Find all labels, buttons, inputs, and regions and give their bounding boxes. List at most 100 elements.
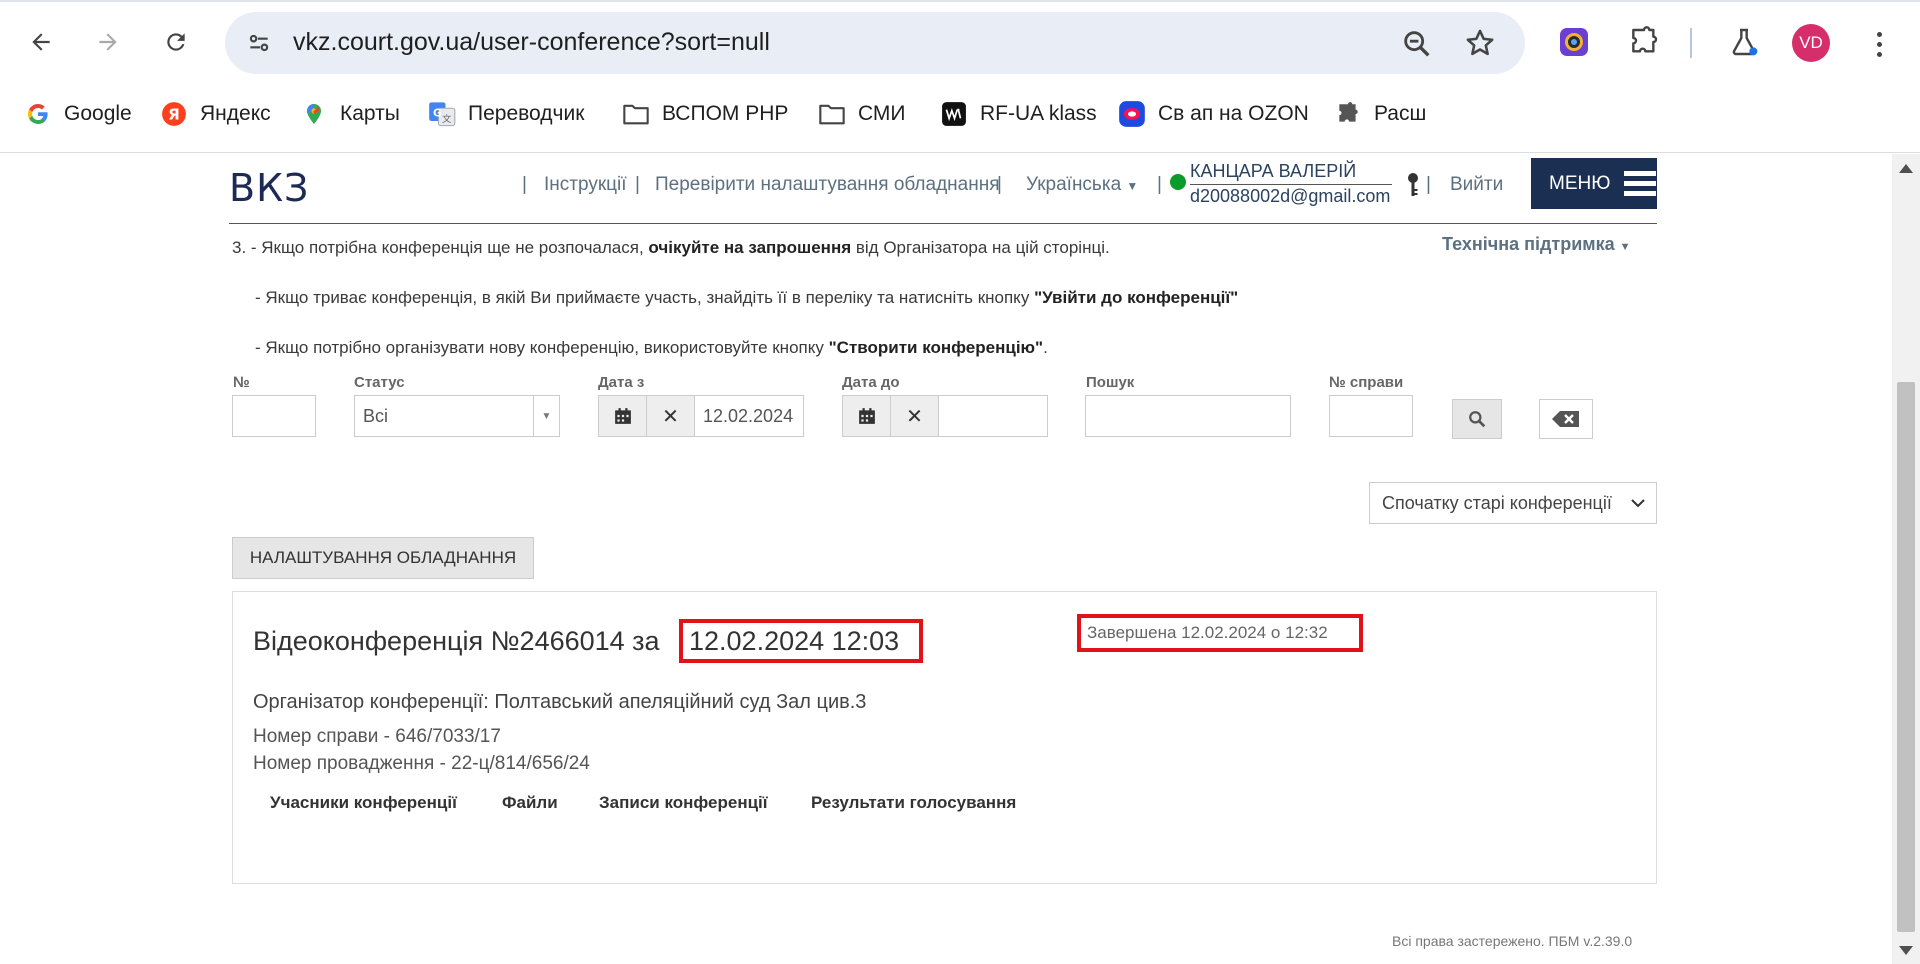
page-scrollbar[interactable] bbox=[1892, 154, 1920, 964]
search-icon bbox=[1469, 411, 1486, 428]
bookmark-label: ВСПОМ PHP bbox=[662, 102, 789, 125]
ozon-icon bbox=[1118, 100, 1146, 128]
conference-organizer: Організатор конференції: Полтавський апе… bbox=[253, 691, 867, 713]
bookmark-label: Расш bbox=[1374, 102, 1427, 125]
camera-extension-icon[interactable] bbox=[1554, 22, 1594, 62]
online-status-icon bbox=[1170, 174, 1186, 190]
reload-icon bbox=[167, 33, 185, 51]
tab-recordings[interactable]: Записи конференції bbox=[599, 793, 768, 813]
url-text[interactable]: vkz.court.gov.ua/user-conference?sort=nu… bbox=[293, 28, 770, 57]
clear-filters-button[interactable] bbox=[1539, 399, 1593, 439]
profile-avatar[interactable]: VD bbox=[1792, 24, 1830, 62]
tab-voting-results[interactable]: Результати голосування bbox=[811, 793, 1016, 813]
bookmark-yandex[interactable]: Я Яндекс bbox=[160, 92, 271, 136]
conference-title: Відеоконференція №2466014 за bbox=[253, 626, 660, 656]
close-icon: ✕ bbox=[906, 405, 923, 428]
filter-date-from-label: Дата з bbox=[598, 374, 645, 391]
filter-case-input[interactable] bbox=[1329, 395, 1413, 437]
date-from-calendar-button[interactable] bbox=[598, 395, 647, 437]
bookmark-google[interactable]: Google bbox=[24, 92, 132, 136]
tech-support-dropdown[interactable]: Технічна підтримка ▼ bbox=[1442, 234, 1631, 255]
language-dropdown[interactable]: Українська ▼ bbox=[1026, 174, 1138, 196]
nav-separator: | bbox=[635, 174, 640, 195]
browser-chrome: vkz.court.gov.ua/user-conference?sort=nu… bbox=[0, 0, 1920, 153]
date-from-input[interactable]: 12.02.2024 bbox=[694, 395, 804, 437]
maps-pin-icon bbox=[300, 100, 328, 128]
calendar-icon bbox=[614, 408, 631, 424]
site-settings-icon[interactable] bbox=[243, 27, 275, 59]
zoom-icon[interactable] bbox=[1400, 27, 1434, 61]
filter-search-input[interactable] bbox=[1085, 395, 1291, 437]
filter-number-input[interactable] bbox=[232, 395, 316, 437]
bookmark-rasshireniya[interactable]: Расш bbox=[1334, 92, 1426, 136]
bookmark-label: Переводчик bbox=[468, 102, 585, 125]
bookmark-label: СМИ bbox=[858, 102, 906, 125]
sort-select-value: Спочатку старі конференції bbox=[1382, 492, 1612, 513]
extensions-puzzle-icon[interactable] bbox=[1624, 22, 1664, 62]
bookmark-maps[interactable]: Карты bbox=[300, 92, 400, 136]
bookmark-label: RF-UA klass bbox=[980, 102, 1097, 125]
bookmark-folder-php[interactable]: ВСПОМ PHP bbox=[622, 92, 788, 136]
arrow-right-icon bbox=[99, 33, 117, 51]
filter-status-label: Статус bbox=[354, 374, 405, 391]
tab-participants[interactable]: Учасники конференції bbox=[270, 793, 457, 813]
page-content: ВКЗ | Інструкції | Перевірити налаштуван… bbox=[0, 154, 1892, 964]
instruction-line-3: - Якщо потрібно організувати нову конфер… bbox=[255, 338, 1048, 357]
bookmark-rf-ua[interactable]: RF-UA klass bbox=[940, 92, 1097, 136]
conference-datetime-highlight: 12.02.2024 12:03 bbox=[679, 619, 923, 663]
site-logo[interactable]: ВКЗ bbox=[229, 166, 309, 210]
hamburger-icon bbox=[1624, 171, 1657, 196]
search-button[interactable] bbox=[1452, 399, 1502, 439]
scroll-up-icon[interactable] bbox=[1899, 164, 1913, 173]
instruction-line-1: 3. - Якщо потрібна конференція ще не роз… bbox=[232, 238, 1110, 257]
caret-down-icon: ▼ bbox=[533, 396, 559, 436]
date-to-calendar-button[interactable] bbox=[842, 395, 891, 437]
bookmark-folder-smi[interactable]: СМИ bbox=[818, 92, 906, 136]
svg-text:Я: Я bbox=[168, 105, 180, 123]
labs-flask-icon[interactable] bbox=[1724, 22, 1764, 62]
scrollbar-thumb[interactable] bbox=[1897, 382, 1915, 932]
bookmark-star-icon[interactable] bbox=[1463, 26, 1497, 60]
tab-files[interactable]: Файли bbox=[502, 793, 558, 813]
reload-button[interactable] bbox=[154, 20, 198, 64]
bookmark-label: Св ап на OZON bbox=[1158, 102, 1309, 125]
key-icon[interactable] bbox=[1406, 172, 1420, 198]
caret-down-icon: ▼ bbox=[1619, 241, 1631, 253]
logout-link[interactable]: Вийти bbox=[1450, 174, 1503, 196]
sort-order-select[interactable]: Спочатку старі конференції bbox=[1369, 482, 1657, 524]
filter-case-label: № справи bbox=[1329, 374, 1404, 391]
user-name[interactable]: КАНЦАРА ВАЛЕРІЙ bbox=[1190, 161, 1392, 185]
conference-proceeding-number: Номер провадження - 22-ц/814/656/24 bbox=[253, 753, 590, 774]
date-to-input[interactable] bbox=[938, 395, 1048, 437]
toolbar-separator bbox=[1690, 28, 1692, 58]
bookmark-label: Яндекс bbox=[200, 102, 271, 125]
language-label: Українська bbox=[1026, 174, 1122, 195]
date-to-clear-button[interactable]: ✕ bbox=[890, 395, 939, 437]
forward-button[interactable] bbox=[86, 20, 130, 64]
date-from-clear-button[interactable]: ✕ bbox=[646, 395, 695, 437]
calendar-icon bbox=[858, 408, 875, 424]
address-bar[interactable]: vkz.court.gov.ua/user-conference?sort=nu… bbox=[225, 12, 1525, 74]
bookmark-label: Google bbox=[64, 102, 132, 125]
filter-date-to-label: Дата до bbox=[842, 374, 900, 391]
menu-button[interactable]: МЕНЮ bbox=[1531, 158, 1657, 209]
backspace-icon bbox=[1552, 411, 1579, 427]
header-divider bbox=[229, 223, 1657, 224]
menu-label: МЕНЮ bbox=[1549, 172, 1611, 194]
nav-instructions-link[interactable]: Інструкції bbox=[544, 174, 627, 196]
bookmark-translate[interactable]: G文 Переводчик bbox=[428, 92, 584, 136]
tech-support-label: Технічна підтримка bbox=[1442, 234, 1615, 254]
browser-menu-icon[interactable] bbox=[1864, 24, 1894, 64]
bookmark-ozon[interactable]: Св ап на OZON bbox=[1118, 92, 1309, 136]
nav-check-equipment-link[interactable]: Перевірити налаштування обладнання bbox=[655, 174, 1000, 196]
scroll-down-icon[interactable] bbox=[1899, 946, 1913, 955]
close-icon: ✕ bbox=[662, 405, 679, 428]
folder-icon bbox=[622, 100, 650, 128]
svg-text:文: 文 bbox=[442, 113, 451, 125]
filter-search-label: Пошук bbox=[1086, 374, 1135, 391]
instruction-line-2: - Якщо триває конференція, в якій Ви при… bbox=[255, 288, 1239, 307]
translate-icon: G文 bbox=[428, 100, 456, 128]
filter-status-select[interactable]: Всі ▼ bbox=[354, 395, 560, 437]
back-button[interactable] bbox=[19, 20, 63, 64]
equipment-settings-button[interactable]: НАЛАШТУВАННЯ ОБЛАДНАННЯ bbox=[232, 537, 534, 579]
